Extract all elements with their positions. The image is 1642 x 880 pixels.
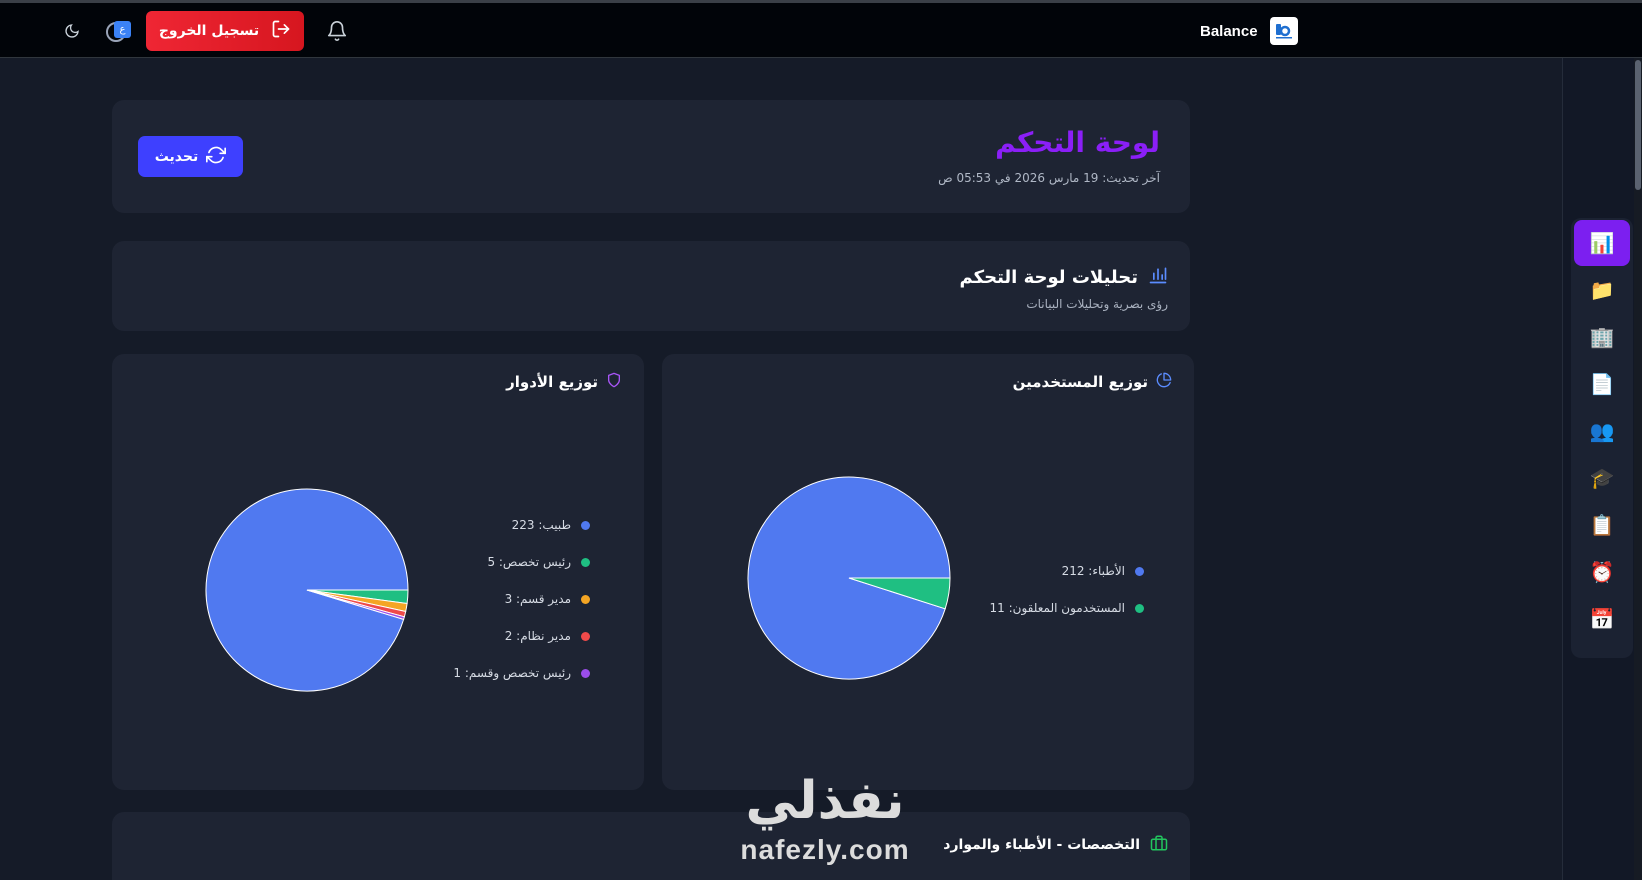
brand-logo-icon: [1269, 17, 1298, 45]
top-bar: ع تسجيل الخروج Balance: [0, 0, 1642, 58]
legend-item-doctors: الأطباء: 212: [1062, 564, 1144, 578]
page-title: لوحة التحكم: [995, 126, 1160, 159]
sidebar-item-users[interactable]: 👥: [1574, 408, 1630, 454]
legend-item-suspended-users: المستخدمون المعلقون: 11: [990, 601, 1144, 615]
role-distribution-card: توزيع الأدوار طبيب: 223 رئيس تخصص: 5 مدي…: [112, 354, 644, 790]
legend-item-system-admin: مدير نظام: 2: [505, 629, 590, 643]
legend-label: رئيس تخصص وقسم: 1: [453, 666, 571, 680]
watermark-arabic: نفذلي: [745, 771, 905, 831]
last-updated-text: آخر تحديث: 19 مارس 2026 في 05:53 ص: [938, 171, 1160, 185]
sidebar-item-alarm-clock[interactable]: ⏰: [1574, 549, 1630, 595]
language-toggle-button[interactable]: ع: [106, 20, 132, 42]
graduation-cap-icon: 🎓: [1589, 466, 1615, 490]
specialties-title: التخصصات - الأطباء والموارد: [943, 837, 1140, 853]
top-actions: ع تسجيل الخروج: [60, 11, 350, 51]
language-badge: ع: [114, 21, 131, 38]
logout-icon: [271, 19, 291, 43]
bar-chart-icon: [1148, 265, 1168, 289]
bar-chart-icon: 📊: [1589, 231, 1615, 255]
legend-label: المستخدمون المعلقون: 11: [989, 601, 1125, 615]
scrollbar-thumb[interactable]: [1635, 60, 1641, 190]
sidebar-item-graduation-cap[interactable]: 🎓: [1574, 455, 1630, 501]
legend-item-specialty-department-head: رئيس تخصص وقسم: 1: [453, 666, 590, 680]
legend-dot: [1135, 566, 1144, 576]
legend-label: مدير نظام: 2: [504, 629, 571, 643]
legend-label: رئيس تخصص: 5: [487, 555, 571, 569]
legend-item-doctor: طبيب: 223: [512, 518, 590, 532]
specialties-section: التخصصات - الأطباء والموارد: [112, 812, 1190, 880]
moon-icon[interactable]: [60, 19, 84, 43]
sidebar-item-calendar[interactable]: 📅: [1574, 596, 1630, 642]
sidebar-item-document[interactable]: 📄: [1574, 361, 1630, 407]
legend-dot: [581, 557, 590, 567]
building-icon: 🏢: [1589, 325, 1615, 349]
refresh-button[interactable]: تحديث: [138, 136, 243, 177]
analytics-section: تحليلات لوحة التحكم رؤى بصرية وتحليلات ا…: [112, 241, 1190, 331]
refresh-icon: [206, 145, 227, 169]
brand[interactable]: Balance: [1200, 17, 1298, 45]
sidebar-container: 📊 📁 🏢 📄 👥 🎓 📋 ⏰ 📅: [1562, 58, 1642, 880]
clipboard-icon: 📋: [1589, 513, 1615, 537]
sidebar-nav: 📊 📁 🏢 📄 👥 🎓 📋 ⏰ 📅: [1571, 218, 1633, 658]
sidebar-item-building[interactable]: 🏢: [1574, 314, 1630, 360]
brand-name: Balance: [1200, 22, 1258, 40]
legend-dot: [581, 520, 590, 530]
legend-label: الأطباء: 212: [1061, 564, 1125, 578]
watermark: نفذلي nafezly.com: [720, 770, 930, 880]
refresh-label: تحديث: [154, 148, 199, 165]
legend-dot: [581, 631, 590, 641]
analytics-title: تحليلات لوحة التحكم: [959, 266, 1138, 288]
folder-icon: 📁: [1589, 278, 1615, 302]
logout-button[interactable]: تسجيل الخروج: [146, 11, 304, 51]
sidebar-item-folder[interactable]: 📁: [1574, 267, 1630, 313]
specialties-heading: التخصصات - الأطباء والموارد: [943, 834, 1168, 856]
watermark-latin: nafezly.com: [740, 834, 910, 865]
sidebar-item-clipboard[interactable]: 📋: [1574, 502, 1630, 548]
logout-label: تسجيل الخروج: [158, 23, 260, 39]
analytics-subtitle: رؤى بصرية وتحليلات البيانات: [1026, 297, 1168, 311]
briefcase-icon: [1150, 834, 1168, 856]
legend-item-specialty-head: رئيس تخصص: 5: [487, 555, 590, 569]
legend-item-department-manager: مدير قسم: 3: [505, 592, 590, 606]
users-icon: 👥: [1589, 419, 1615, 443]
legend-dot: [581, 668, 590, 678]
legend-label: طبيب: 223: [511, 518, 571, 532]
role-distribution-pie: [205, 488, 409, 692]
analytics-heading: تحليلات لوحة التحكم: [960, 265, 1168, 289]
legend-dot: [1135, 603, 1144, 613]
scrollbar[interactable]: [1634, 58, 1642, 880]
legend-label: مدير قسم: 3: [504, 592, 571, 606]
document-icon: 📄: [1589, 372, 1615, 396]
sidebar-item-bar-chart[interactable]: 📊: [1574, 220, 1630, 266]
bell-icon[interactable]: [324, 18, 350, 44]
alarm-clock-icon: ⏰: [1589, 560, 1615, 584]
user-distribution-card: توزيع المستخدمين الأطباء: 212 المستخدمون…: [662, 354, 1194, 790]
legend-dot: [581, 594, 590, 604]
app-root: ع تسجيل الخروج Balance 📊 📁 🏢 📄 👥 🎓 📋 ⏰ 📅…: [0, 0, 1642, 880]
page-header: لوحة التحكم آخر تحديث: 19 مارس 2026 في 0…: [112, 100, 1190, 213]
calendar-icon: 📅: [1589, 607, 1615, 631]
